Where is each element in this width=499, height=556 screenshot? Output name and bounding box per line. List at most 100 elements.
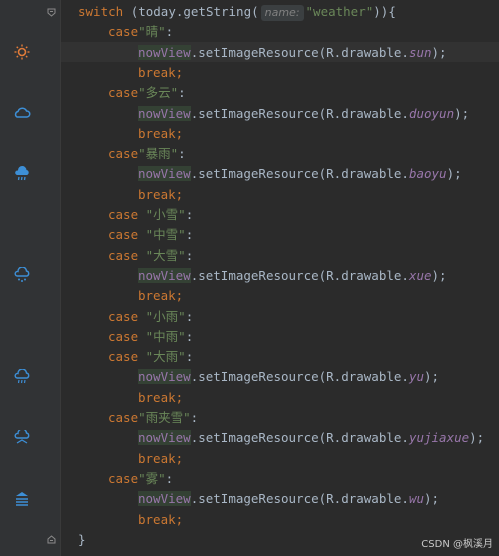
case-line: case "中雨": [108, 327, 193, 347]
case-label: "小雪" [145, 207, 186, 222]
set-image-line: nowView.setImageResource(R.drawable.baoy… [138, 164, 462, 184]
case-colon: : [185, 349, 194, 365]
break-line: break; [138, 388, 183, 408]
switch-close: )){ [373, 4, 396, 19]
case-label: "大雪" [145, 247, 186, 263]
case-keyword: case [108, 328, 139, 344]
case-keyword: case [108, 247, 139, 263]
set-image-line: nowView.setImageResource(R.drawable.yuji… [138, 428, 484, 448]
case-colon: : [185, 247, 194, 263]
case-colon: : [185, 207, 194, 222]
method-end: ); [424, 491, 440, 507]
case-line: case"晴": [108, 22, 173, 42]
case-line: case "中雪": [108, 225, 193, 245]
case-colon: : [165, 24, 174, 40]
drawable-resource: wu [408, 491, 424, 507]
case-colon: : [190, 410, 199, 425]
set-image-line: nowView.setImageResource(R.drawable.sun)… [138, 43, 447, 63]
case-colon: : [165, 470, 174, 486]
method-call: .setImageResource(R.drawable. [190, 44, 409, 60]
method-call: .setImageResource(R.drawable. [190, 105, 409, 121]
drawable-resource: baoyu [408, 166, 447, 182]
case-label: "中雨" [145, 328, 186, 344]
case-label: "雾" [138, 470, 166, 486]
method-call: .setImageResource(R.drawable. [190, 369, 409, 385]
method-end: ); [469, 430, 485, 446]
break-statement: break; [138, 288, 184, 304]
case-keyword: case [108, 410, 139, 425]
closing-brace: } [78, 531, 86, 547]
case-colon: : [185, 308, 194, 324]
watermark: CSDN @枫溪月 [421, 539, 493, 550]
break-line: break; [138, 63, 183, 83]
case-line: case"多云": [108, 83, 186, 103]
case-keyword: case [108, 349, 139, 365]
break-statement: break; [138, 511, 184, 527]
view-variable: nowView [138, 430, 191, 446]
set-image-line: nowView.setImageResource(R.drawable.yu); [138, 367, 439, 387]
method-call: .setImageResource(R.drawable. [190, 430, 409, 446]
switch-keyword: switch [78, 4, 124, 19]
case-colon: : [178, 146, 186, 162]
case-keyword: case [108, 207, 139, 222]
break-statement: break; [138, 125, 184, 141]
view-variable: nowView [138, 105, 191, 121]
view-variable: nowView [138, 44, 191, 60]
case-label: "雨夹雪" [138, 410, 191, 425]
method-end: ); [431, 267, 447, 283]
view-variable: nowView [138, 369, 191, 385]
case-colon: : [185, 227, 194, 243]
case-keyword: case [108, 470, 139, 486]
method-end: ); [446, 166, 462, 182]
case-line: case "小雨": [108, 307, 193, 327]
case-label: "大雨" [145, 349, 186, 365]
break-line: break; [138, 510, 183, 530]
case-label: "中雪" [145, 227, 186, 243]
case-colon: : [178, 85, 186, 101]
param-hint: name: [260, 5, 304, 21]
case-label: "多云" [138, 85, 179, 101]
case-colon: : [185, 328, 194, 344]
set-image-line: nowView.setImageResource(R.drawable.wu); [138, 489, 439, 509]
case-keyword: case [108, 85, 139, 101]
view-variable: nowView [138, 166, 191, 182]
switch-line: switch (today.getString(name: "weather"))… [78, 2, 396, 22]
break-statement: break; [138, 389, 184, 405]
drawable-resource: xue [408, 267, 432, 283]
case-line: case"雾": [108, 469, 173, 489]
code-editor[interactable]: switch (today.getString(name: "weather"))… [0, 0, 499, 556]
set-image-line: nowView.setImageResource(R.drawable.xue)… [138, 266, 447, 286]
break-line: break; [138, 286, 183, 306]
case-label: "晴" [138, 24, 166, 40]
break-line: break; [138, 449, 183, 469]
switch-open: (today.getString( [130, 4, 259, 19]
method-call: .setImageResource(R.drawable. [190, 267, 409, 283]
view-variable: nowView [138, 491, 191, 507]
case-line: case "大雨": [108, 347, 193, 367]
view-variable: nowView [138, 267, 191, 283]
break-statement: break; [138, 186, 184, 202]
break-line: break; [138, 124, 183, 144]
method-call: .setImageResource(R.drawable. [190, 491, 409, 507]
switch-argument: "weather" [305, 4, 374, 19]
drawable-resource: sun [408, 44, 432, 60]
break-line: break; [138, 185, 183, 205]
drawable-resource: duoyun [408, 105, 455, 121]
case-keyword: case [108, 308, 139, 324]
set-image-line: nowView.setImageResource(R.drawable.duoy… [138, 104, 469, 124]
break-statement: break; [138, 64, 184, 80]
drawable-resource: yujiaxue [408, 430, 470, 446]
case-keyword: case [108, 146, 139, 162]
case-line: case "大雪": [108, 246, 193, 266]
case-line: case"暴雨": [108, 144, 186, 164]
break-statement: break; [138, 450, 184, 466]
drawable-resource: yu [408, 369, 424, 385]
case-label: "暴雨" [138, 146, 179, 162]
method-call: .setImageResource(R.drawable. [190, 166, 409, 182]
case-keyword: case [108, 24, 139, 40]
case-keyword: case [108, 227, 139, 243]
case-label: "小雨" [145, 308, 186, 324]
method-end: ); [454, 105, 470, 121]
case-line: case "小雪": [108, 205, 193, 225]
closing-brace-line: } [78, 530, 86, 550]
